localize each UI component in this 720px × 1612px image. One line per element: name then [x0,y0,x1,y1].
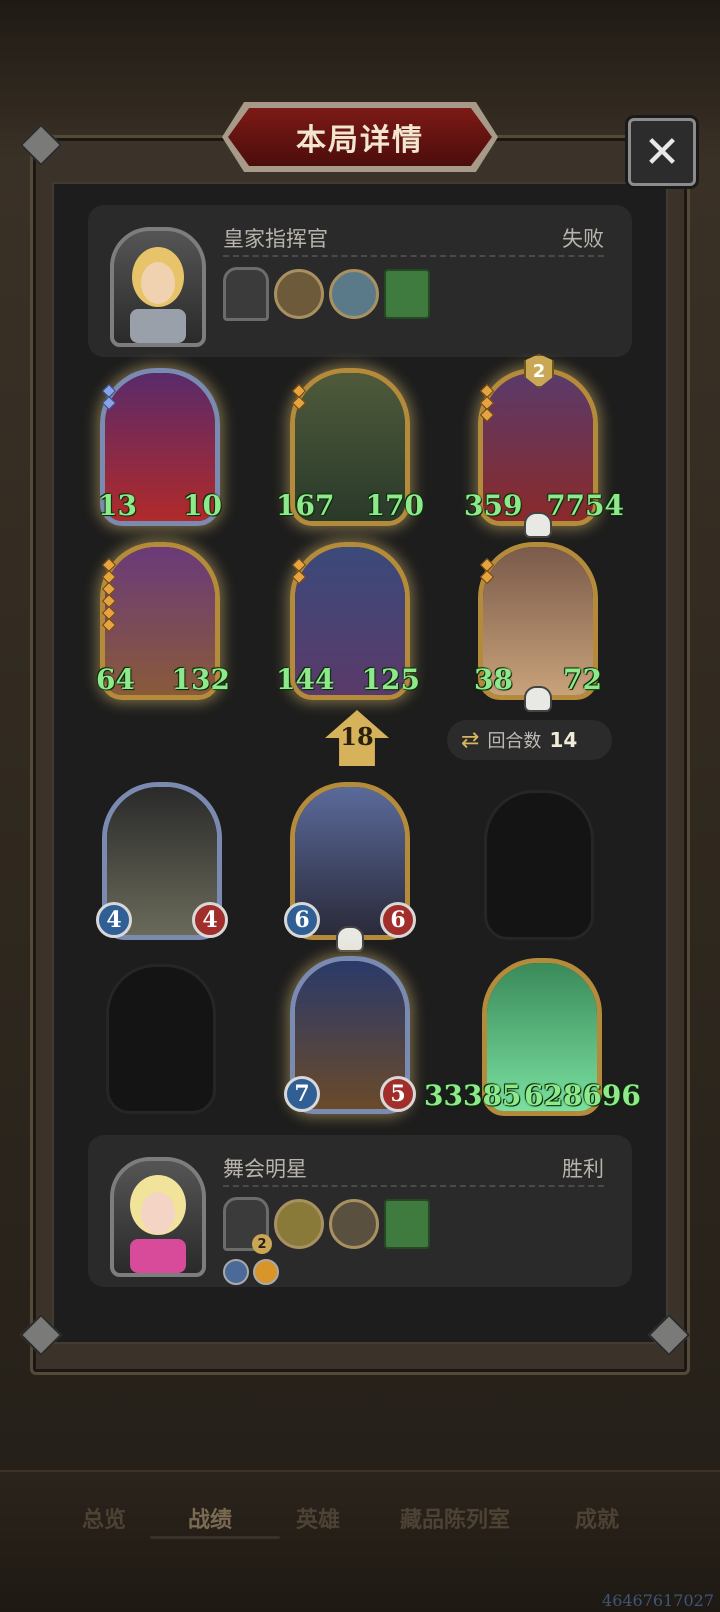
opponent-result: 失败 [562,227,604,251]
close-button[interactable]: ✕ [628,118,696,186]
health-value: 170 [365,489,424,522]
opponent-items [223,267,430,321]
witch-card[interactable]: 167 170 [276,368,424,526]
skull-icon [336,926,364,952]
empty-board-slot [484,790,594,940]
attack-value: 38 [474,663,513,696]
attack-value: 33385 [424,1079,522,1112]
attack-value: 144 [276,663,335,696]
player-name: 舞会明星 [223,1157,307,1181]
player-info: 舞会明星 胜利 2 [88,1135,632,1287]
health-value: 628696 [524,1079,641,1112]
round-counter: ⇄ 回合数 14 [447,720,612,760]
opponent-info: 皇家指挥官 失败 [88,205,632,357]
item-count-badge: 2 [252,1234,272,1254]
banner-relic-item-icon[interactable] [223,267,269,321]
tier-dots [291,383,307,411]
tier-dots [101,557,117,633]
dwarf-card[interactable]: 64 132 [96,542,230,700]
repeat-icon: ⇄ [461,727,480,753]
divider [223,1185,604,1187]
clown-card[interactable]: 13 10 [98,368,222,526]
nav-overview[interactable]: 总览 [82,1502,126,1534]
nav-collection[interactable]: 藏品陈列室 [400,1502,510,1534]
dialog-title: 本局详情 [296,123,424,158]
ghost-family-card[interactable]: 33385 628696 [424,958,641,1116]
green-book-item-icon[interactable] [384,1199,430,1249]
elf-sorceress-card[interactable]: 144 125 [276,542,420,700]
pumpkin-knight-card[interactable]: 7 5 [284,956,416,1114]
health-value: 10 [183,489,222,522]
opponent-name: 皇家指挥官 [223,227,328,251]
player-mini-items [223,1259,279,1285]
health-badge: 6 [380,902,416,938]
health-badge: 4 [192,902,228,938]
attack-arrow-value: 18 [340,722,374,751]
duck-item-icon[interactable] [274,1199,324,1249]
health-value: 7754 [546,489,624,522]
attack-value: 13 [98,489,137,522]
attack-value: 359 [464,489,523,522]
tier-dots [479,557,495,585]
skull-icon [524,686,552,712]
health-value: 72 [563,663,602,696]
ball-star-portrait [110,1157,206,1277]
green-book-item-icon[interactable] [384,269,430,319]
health-badge: 5 [380,1076,416,1112]
nav-heroes[interactable]: 英雄 [296,1502,340,1534]
hooded-cultist-card[interactable]: 6 6 [284,782,416,952]
fish-bowl-item-icon[interactable] [329,269,379,319]
watermark: 46467617027 [602,1591,714,1610]
divider [223,255,604,257]
tier-dots [479,383,495,423]
empty-board-slot [106,964,216,1114]
music-box-ballerina-card[interactable]: 4 4 [96,782,228,940]
health-value: 125 [361,663,420,696]
nav-achievements[interactable]: 成就 [575,1502,619,1534]
gold-swirl-icon[interactable] [253,1259,279,1285]
attack-badge: 6 [284,902,320,938]
player-result: 胜利 [562,1157,604,1181]
attack-badge: 7 [284,1076,320,1112]
shadow-dancer-item-icon[interactable]: 2 [223,1197,272,1254]
close-icon: ✕ [643,126,681,178]
attack-value: 64 [96,663,135,696]
attack-badge: 4 [96,902,132,938]
skull-icon [524,512,552,538]
health-value: 132 [171,663,230,696]
nav-records[interactable]: 战绩 [188,1502,232,1534]
tier-dots [291,557,307,585]
title-banner: 本局详情 [228,108,492,166]
stew-pot-item-icon[interactable] [329,1199,379,1249]
player-items: 2 [223,1197,430,1254]
tier-dots [101,383,117,411]
cuckoo-clock-item-icon[interactable] [274,269,324,319]
crossed-swords-icon[interactable] [223,1259,249,1285]
viking-card[interactable]: 2 359 7754 [464,354,624,538]
toy-soldier-card[interactable]: 38 72 [474,542,602,712]
round-value: 14 [549,728,578,752]
nav-active-underline [150,1536,280,1539]
royal-commander-portrait [110,227,206,347]
round-label: 回合数 [487,731,542,752]
attack-value: 167 [276,489,335,522]
